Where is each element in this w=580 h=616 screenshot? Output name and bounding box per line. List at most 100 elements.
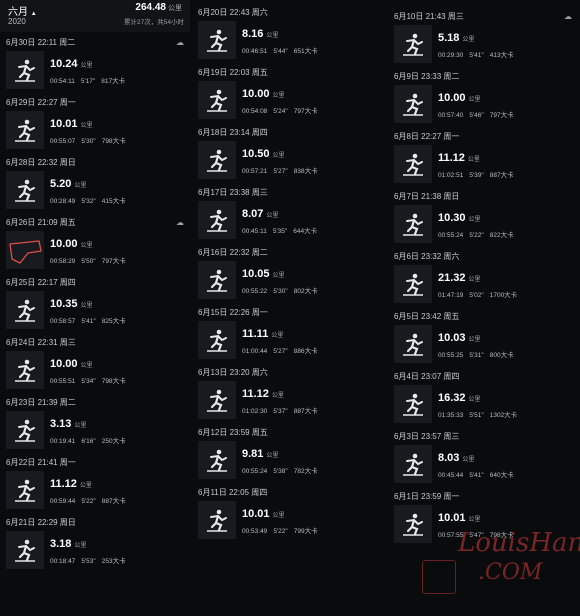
run-pace: 5'31" (469, 352, 484, 359)
run-record-card[interactable]: 6月24日 22:31 周三 10.00 公里 00:55:51 5'34" 798大卡 (0, 332, 190, 392)
run-date: 6月30日 22:11 周二 (6, 38, 76, 47)
run-distance: 3.18 公里 (50, 538, 86, 550)
run-date: 6月28日 22:32 周日 (6, 158, 76, 167)
run-stats: 01:02:51 5'39" 887大卡 (438, 169, 520, 179)
run-record-card[interactable]: 6月17日 23:38 周三 8.07 公里 00:45:11 5'35" 644大卡 (192, 182, 382, 242)
run-record-card[interactable]: 6月26日 21:09 周五 ☁ 10.00 公里 00:58:29 5'50" 797大卡 (0, 212, 190, 272)
run-record-card[interactable]: 6月25日 22:17 周四 10.35 公里 00:58:57 5'41" 825大卡 (0, 272, 190, 332)
month-header[interactable]: 六月 ▲ 2020 264.48 公里 累计27次，共54小时 (0, 0, 190, 32)
watermark-seal (422, 560, 456, 594)
run-record-card[interactable]: 6月15日 22:26 周一 11.11 公里 01:00:44 5'27" 886大卡 (192, 302, 382, 362)
run-date: 6月1日 23:59 周一 (394, 492, 460, 501)
run-record-card[interactable]: 6月21日 22:29 周日 3.18 公里 00:18:47 5'53" 253大卡 (0, 512, 190, 572)
running-figure-icon (207, 149, 227, 172)
run-stats: 00:18:47 5'53" 253大卡 (50, 555, 132, 565)
run-duration: 01:00:44 (242, 348, 268, 355)
run-record-card[interactable]: 6月30日 22:11 周二 ☁ 10.24 公里 00:54:11 5'17" 817大卡 (0, 32, 190, 92)
run-distance: 10.00 公里 (242, 88, 285, 100)
distance-value: 11.11 (242, 328, 269, 340)
run-distance: 9.81 公里 (242, 448, 278, 460)
run-calories: 797大卡 (489, 112, 514, 119)
caret-up-icon: ▲ (30, 11, 37, 17)
running-figure-icon (403, 273, 423, 296)
run-record-card[interactable]: 6月20日 22:43 周六 8.16 公里 00:46:51 5'44" 651大卡 (192, 2, 382, 62)
run-date: 6月15日 22:26 周一 (198, 308, 268, 317)
run-stats: 00:59:44 5'22" 887大卡 (50, 495, 132, 505)
run-calories: 253大卡 (101, 558, 126, 565)
run-distance: 8.07 公里 (242, 208, 278, 220)
run-stats: 01:47:19 5'02" 1700大卡 (438, 289, 523, 299)
month-selector[interactable]: 六月 ▲ (8, 3, 37, 18)
distance-unit: 公里 (468, 97, 481, 103)
run-record-card[interactable]: 6月6日 23:32 周六 21.32 公里 01:47:19 5'02" 1700大卡 (388, 246, 578, 306)
distance-unit: 公里 (467, 157, 480, 163)
run-duration: 00:45:11 (242, 228, 267, 235)
run-calories: 887大卡 (293, 408, 318, 415)
run-record-card[interactable]: 6月19日 22:03 周五 10.00 公里 00:54:08 5'24" 797大卡 (192, 62, 382, 122)
run-duration: 01:35:33 (438, 412, 464, 419)
run-pace: 5'22" (81, 498, 96, 505)
distance-unit: 公里 (266, 453, 279, 459)
run-record-card[interactable]: 6月11日 22:05 周四 10.01 公里 00:53:49 5'22" 799大卡 (192, 482, 382, 542)
run-calories: 800大卡 (489, 352, 514, 359)
run-record-card[interactable]: 6月4日 23:07 周四 16.32 公里 01:35:33 5'51" 1302大卡 (388, 366, 578, 426)
run-record-card[interactable]: 6月3日 23:57 周三 8.03 公里 00:45:44 5'41" 640大卡 (388, 426, 578, 486)
run-duration: 00:55:25 (438, 352, 464, 359)
distance-value: 10.35 (50, 298, 78, 310)
run-duration: 00:55:24 (438, 232, 464, 239)
run-duration: 00:55:22 (242, 288, 268, 295)
run-stats: 00:55:24 5'38" 782大卡 (242, 465, 324, 475)
run-record-card[interactable]: 6月12日 23:59 周五 9.81 公里 00:55:24 5'38" 782大卡 (192, 422, 382, 482)
running-figure-icon (207, 209, 227, 232)
run-thumbnail (6, 111, 44, 149)
run-duration: 00:19:41 (50, 438, 76, 445)
distance-unit: 公里 (80, 123, 93, 129)
run-calories: 887大卡 (489, 172, 514, 179)
run-thumbnail (6, 351, 44, 389)
run-record-card[interactable]: 6月5日 23:42 周五 10.03 公里 00:55:25 5'31" 800大卡 (388, 306, 578, 366)
run-duration: 00:46:51 (242, 48, 268, 55)
running-figure-icon (403, 153, 423, 176)
distance-unit: 公里 (80, 243, 93, 249)
run-distance: 10.30 公里 (438, 212, 481, 224)
run-distance: 10.35 公里 (50, 298, 93, 310)
run-thumbnail (6, 471, 44, 509)
run-pace: 5'30" (81, 138, 96, 145)
run-record-card[interactable]: 6月13日 23:20 周六 11.12 公里 01:02:30 5'37" 887大卡 (192, 362, 382, 422)
run-record-card[interactable]: 6月10日 21:43 周三 ☁ 5.18 公里 00:29:30 5'41" 413大卡 (388, 6, 578, 66)
run-calories: 797大卡 (101, 258, 126, 265)
running-figure-icon (15, 359, 35, 382)
run-date: 6月3日 23:57 周三 (394, 432, 460, 441)
distance-value: 3.18 (50, 538, 72, 550)
run-record-card[interactable]: 6月8日 22:27 周一 11.12 公里 01:02:51 5'39" 887大卡 (388, 126, 578, 186)
distance-unit: 公里 (462, 457, 475, 463)
running-figure-icon (207, 89, 227, 112)
run-date: 6月6日 23:32 周六 (394, 252, 460, 261)
run-record-card[interactable]: 6月23日 21:39 周二 3.13 公里 00:19:41 6'16" 250大卡 (0, 392, 190, 452)
run-distance: 5.18 公里 (438, 32, 474, 44)
run-thumbnail (198, 381, 236, 419)
run-calories: 250大卡 (101, 438, 126, 445)
run-duration: 01:02:51 (438, 172, 464, 179)
run-record-card[interactable]: 6月18日 23:14 周四 10.50 公里 00:57:21 5'27" 838大卡 (192, 122, 382, 182)
run-record-card[interactable]: 6月7日 21:38 周日 10.30 公里 00:55:24 5'22" 822大卡 (388, 186, 578, 246)
run-record-card[interactable]: 6月29日 22:27 周一 10.01 公里 00:55:07 5'30" 798大卡 (0, 92, 190, 152)
run-distance: 10.01 公里 (242, 508, 285, 520)
run-record-card[interactable]: 6月22日 21:41 周一 11.12 公里 00:59:44 5'22" 887大卡 (0, 452, 190, 512)
distance-value: 8.07 (242, 208, 264, 220)
run-pace: 5'27" (273, 168, 288, 175)
run-thumbnail (394, 385, 432, 423)
run-stats: 00:45:44 5'41" 640大卡 (438, 469, 520, 479)
run-thumbnail (394, 205, 432, 243)
run-duration: 00:57:21 (242, 168, 268, 175)
run-stats: 00:55:07 5'30" 798大卡 (50, 135, 132, 145)
run-record-card[interactable]: 6月28日 22:32 周日 5.20 公里 00:28:49 5'32" 415大卡 (0, 152, 190, 212)
distance-value: 8.03 (438, 452, 460, 464)
run-stats: 00:58:29 5'50" 797大卡 (50, 255, 132, 265)
run-calories: 822大卡 (489, 232, 514, 239)
run-thumbnail (394, 445, 432, 483)
running-figure-icon (403, 453, 423, 476)
run-record-card[interactable]: 6月9日 23:33 周二 10.00 公里 00:57:40 5'46" 797大卡 (388, 66, 578, 126)
running-figure-icon (15, 59, 35, 82)
run-record-card[interactable]: 6月16日 22:32 周二 10.05 公里 00:55:22 5'30" 802大卡 (192, 242, 382, 302)
